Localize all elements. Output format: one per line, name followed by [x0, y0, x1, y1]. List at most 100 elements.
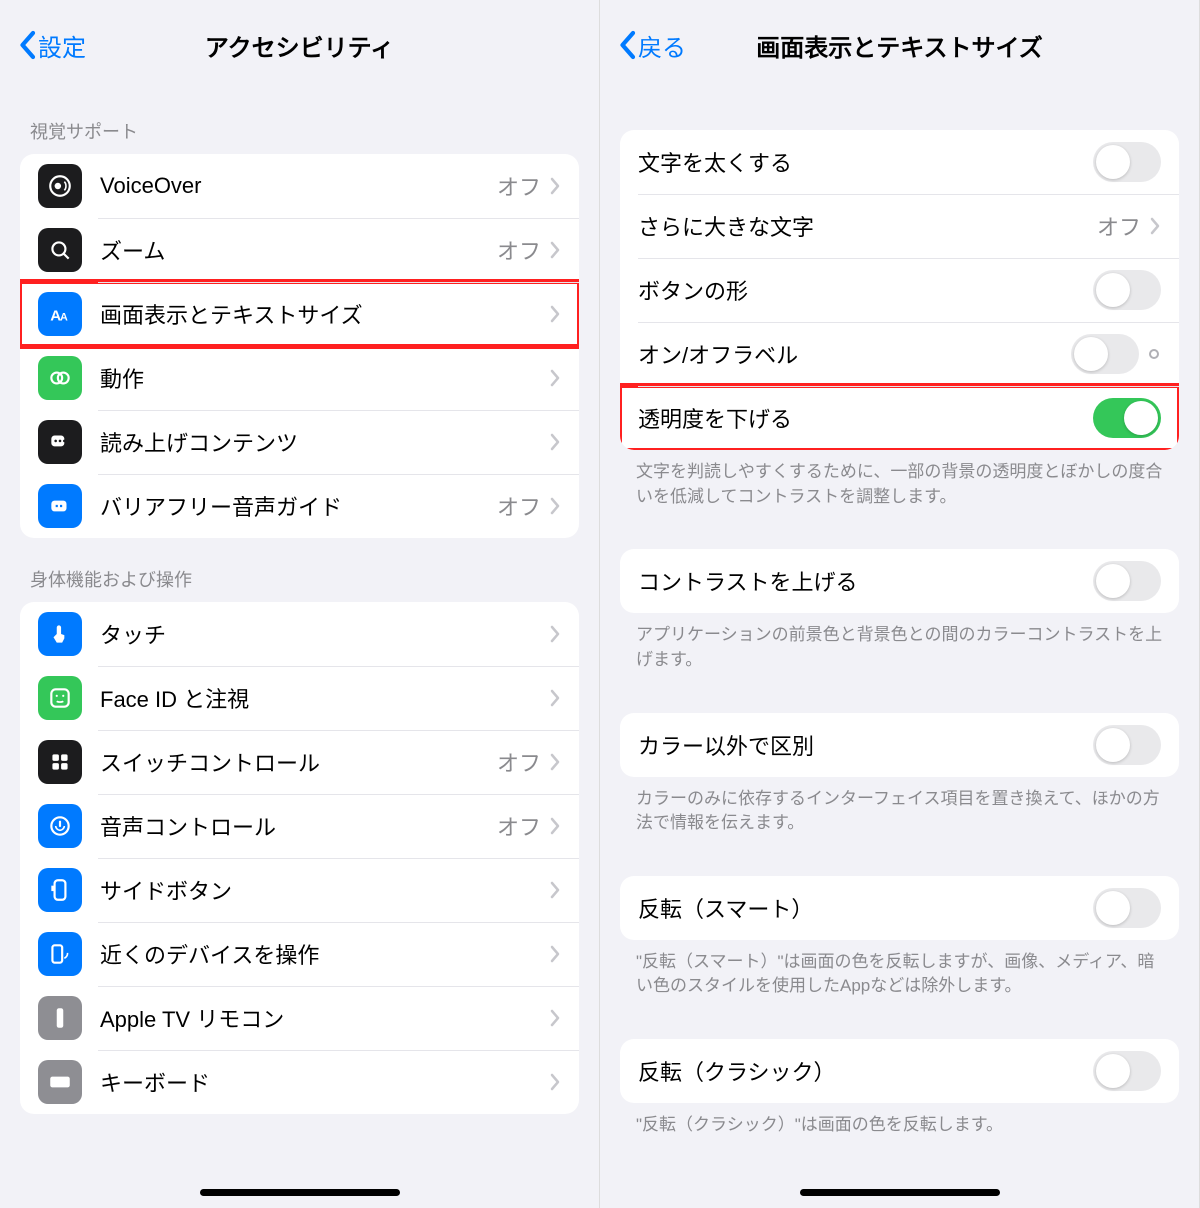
switch-control-icon — [38, 740, 82, 784]
content: 文字を太くする さらに大きな文字 オフ ボタンの形 オン/オフラベル 透明度を下… — [600, 90, 1199, 1208]
navbar: 設定 アクセシビリティ — [0, 0, 599, 90]
toggle-onoff-labels[interactable] — [1071, 334, 1139, 374]
row-increase-contrast[interactable]: コントラストを上げる — [620, 549, 1179, 613]
note-increase-contrast: アプリケーションの前景色と背景色との間のカラーコントラストを上げます。 — [620, 613, 1179, 672]
chevron-right-icon — [549, 1072, 561, 1092]
row-status: オフ — [497, 170, 541, 202]
row-differentiate-without-color[interactable]: カラー以外で区別 — [620, 713, 1179, 777]
chevron-left-icon — [18, 30, 36, 60]
chevron-right-icon — [549, 624, 561, 644]
onoff-label-indicator — [1149, 349, 1159, 359]
group-physical: タッチ Face ID と注視 スイッチコントロール オフ 音声コントロール オ… — [20, 602, 579, 1114]
home-indicator[interactable] — [800, 1189, 1000, 1196]
row-onoff-labels[interactable]: オン/オフラベル — [620, 322, 1179, 386]
row-label: コントラストを上げる — [638, 565, 1093, 597]
section-header-physical: 身体機能および操作 — [20, 538, 579, 602]
keyboard-icon — [38, 1060, 82, 1104]
audio-descriptions-icon — [38, 484, 82, 528]
toggle-classic-invert[interactable] — [1093, 1051, 1161, 1091]
row-keyboard[interactable]: キーボード — [20, 1050, 579, 1114]
chevron-right-icon — [549, 880, 561, 900]
row-label: 動作 — [100, 362, 549, 394]
row-zoom[interactable]: ズーム オフ — [20, 218, 579, 282]
row-label: 近くのデバイスを操作 — [100, 938, 549, 970]
touch-icon — [38, 612, 82, 656]
row-label: カラー以外で区別 — [638, 729, 1093, 761]
chevron-right-icon — [549, 688, 561, 708]
svg-text:A: A — [60, 312, 68, 324]
home-indicator[interactable] — [200, 1189, 400, 1196]
back-button[interactable]: 戻る — [618, 28, 686, 63]
toggle-button-shapes[interactable] — [1093, 270, 1161, 310]
group-vision: VoiceOver オフ ズーム オフ AA 画面表示とテキストサイズ 動作 — [20, 154, 579, 538]
row-label: ボタンの形 — [638, 274, 1093, 306]
chevron-right-icon — [549, 240, 561, 260]
row-motion[interactable]: 動作 — [20, 346, 579, 410]
voice-control-icon — [38, 804, 82, 848]
toggle-reduce-transparency[interactable] — [1093, 398, 1161, 438]
row-status: オフ — [497, 490, 541, 522]
row-status: オフ — [497, 234, 541, 266]
row-classic-invert[interactable]: 反転（クラシック） — [620, 1039, 1179, 1103]
row-touch[interactable]: タッチ — [20, 602, 579, 666]
row-label: Apple TV リモコン — [100, 1002, 549, 1034]
row-status: オフ — [497, 746, 541, 778]
row-switch-control[interactable]: スイッチコントロール オフ — [20, 730, 579, 794]
toggle-increase-contrast[interactable] — [1093, 561, 1161, 601]
group-smart-invert: 反転（スマート） — [620, 876, 1179, 940]
back-button[interactable]: 設定 — [18, 28, 86, 63]
row-larger-text[interactable]: さらに大きな文字 オフ — [620, 194, 1179, 258]
row-display-text-size[interactable]: AA 画面表示とテキストサイズ — [20, 282, 579, 346]
row-side-button[interactable]: サイドボタン — [20, 858, 579, 922]
accessibility-screen: 設定 アクセシビリティ 視覚サポート VoiceOver オフ ズーム オフ A… — [0, 0, 600, 1208]
chevron-right-icon — [549, 368, 561, 388]
note-reduce-transparency: 文字を判読しやすくするために、一部の背景の透明度とぼかしの度合いを低減してコント… — [620, 450, 1179, 509]
row-spoken-content[interactable]: 読み上げコンテンツ — [20, 410, 579, 474]
row-label: キーボード — [100, 1066, 549, 1098]
toggle-smart-invert[interactable] — [1093, 888, 1161, 928]
row-apple-tv-remote[interactable]: Apple TV リモコン — [20, 986, 579, 1050]
row-reduce-transparency[interactable]: 透明度を下げる — [620, 386, 1179, 450]
row-button-shapes[interactable]: ボタンの形 — [620, 258, 1179, 322]
row-faceid[interactable]: Face ID と注視 — [20, 666, 579, 730]
group-text-display: 文字を太くする さらに大きな文字 オフ ボタンの形 オン/オフラベル 透明度を下… — [620, 130, 1179, 450]
row-label: ズーム — [100, 234, 497, 266]
row-label: タッチ — [100, 618, 549, 650]
row-label: 画面表示とテキストサイズ — [100, 298, 549, 330]
text-size-icon: AA — [38, 292, 82, 336]
chevron-right-icon — [1149, 216, 1161, 236]
row-label: 反転（スマート） — [638, 892, 1093, 924]
row-label: 音声コントロール — [100, 810, 497, 842]
content: 視覚サポート VoiceOver オフ ズーム オフ AA 画面表示とテキストサ… — [0, 90, 599, 1208]
note-classic-invert: "反転（クラシック）"は画面の色を反転します。 — [620, 1103, 1179, 1138]
voiceover-icon — [38, 164, 82, 208]
toggle-differentiate-without-color[interactable] — [1093, 725, 1161, 765]
chevron-left-icon — [618, 30, 636, 60]
spoken-content-icon — [38, 420, 82, 464]
motion-icon — [38, 356, 82, 400]
row-label: 反転（クラシック） — [638, 1055, 1093, 1087]
apple-tv-remote-icon — [38, 996, 82, 1040]
group-contrast: コントラストを上げる — [620, 549, 1179, 613]
row-label: Face ID と注視 — [100, 682, 549, 714]
faceid-icon — [38, 676, 82, 720]
row-status: オフ — [1097, 210, 1141, 242]
row-bold-text[interactable]: 文字を太くする — [620, 130, 1179, 194]
chevron-right-icon — [549, 304, 561, 324]
row-label: オン/オフラベル — [638, 338, 1071, 370]
chevron-right-icon — [549, 816, 561, 836]
group-differentiate: カラー以外で区別 — [620, 713, 1179, 777]
chevron-right-icon — [549, 1008, 561, 1028]
row-status: オフ — [497, 810, 541, 842]
section-header-vision: 視覚サポート — [20, 90, 579, 154]
row-smart-invert[interactable]: 反転（スマート） — [620, 876, 1179, 940]
chevron-right-icon — [549, 432, 561, 452]
row-audio-descriptions[interactable]: バリアフリー音声ガイド オフ — [20, 474, 579, 538]
row-voice-control[interactable]: 音声コントロール オフ — [20, 794, 579, 858]
row-voiceover[interactable]: VoiceOver オフ — [20, 154, 579, 218]
toggle-bold-text[interactable] — [1093, 142, 1161, 182]
row-label: さらに大きな文字 — [638, 210, 1097, 242]
row-nearby-devices[interactable]: 近くのデバイスを操作 — [20, 922, 579, 986]
chevron-right-icon — [549, 752, 561, 772]
row-label: VoiceOver — [100, 173, 497, 199]
